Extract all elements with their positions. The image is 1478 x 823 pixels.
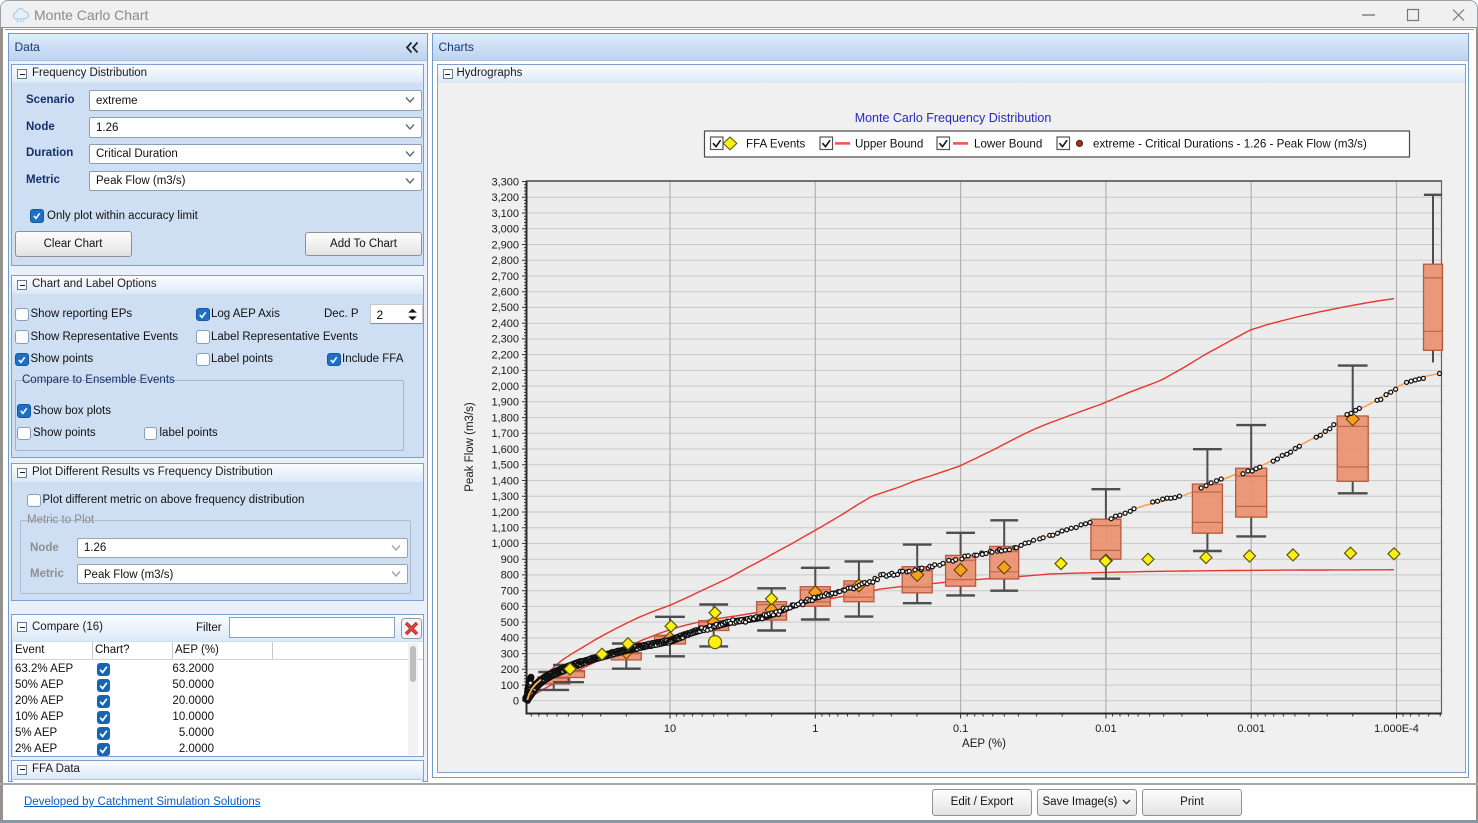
svg-text:1,800: 1,800 <box>491 412 519 424</box>
svg-text:10: 10 <box>664 723 676 735</box>
svg-text:700: 700 <box>501 586 519 598</box>
svg-text:300: 300 <box>501 648 519 660</box>
svg-text:3,200: 3,200 <box>491 192 519 204</box>
svg-text:1,300: 1,300 <box>491 491 519 503</box>
svg-text:2,600: 2,600 <box>491 287 519 299</box>
svg-text:Lower Bound: Lower Bound <box>974 138 1042 151</box>
svg-text:1,200: 1,200 <box>491 507 519 519</box>
svg-text:3,100: 3,100 <box>491 208 519 220</box>
svg-text:2,800: 2,800 <box>491 255 519 267</box>
svg-text:2,500: 2,500 <box>491 302 519 314</box>
svg-text:0.001: 0.001 <box>1237 723 1265 735</box>
svg-text:0.01: 0.01 <box>1095 723 1116 735</box>
svg-text:2,700: 2,700 <box>491 271 519 283</box>
svg-text:2,900: 2,900 <box>491 239 519 251</box>
svg-text:100: 100 <box>501 680 519 692</box>
svg-text:Upper Bound: Upper Bound <box>855 138 923 151</box>
svg-text:900: 900 <box>501 554 519 566</box>
svg-text:1,500: 1,500 <box>491 460 519 472</box>
svg-text:0: 0 <box>513 696 519 708</box>
svg-text:1,900: 1,900 <box>491 397 519 409</box>
svg-text:1,700: 1,700 <box>491 428 519 440</box>
svg-text:2,400: 2,400 <box>491 318 519 330</box>
svg-text:1.000E-4: 1.000E-4 <box>1374 723 1419 735</box>
svg-text:Monte Carlo Frequency Distribu: Monte Carlo Frequency Distribution <box>855 111 1052 125</box>
svg-text:AEP (%): AEP (%) <box>962 738 1006 750</box>
svg-text:500: 500 <box>501 617 519 629</box>
svg-text:200: 200 <box>501 664 519 676</box>
svg-text:FFA Events: FFA Events <box>746 138 805 151</box>
svg-text:2,000: 2,000 <box>491 381 519 393</box>
svg-text:1,400: 1,400 <box>491 475 519 487</box>
svg-text:400: 400 <box>501 633 519 645</box>
svg-text:3,000: 3,000 <box>491 224 519 236</box>
svg-text:1,600: 1,600 <box>491 444 519 456</box>
svg-text:extreme - Critical Durations -: extreme - Critical Durations - 1.26 - Pe… <box>1093 138 1367 151</box>
svg-text:1,000: 1,000 <box>491 538 519 550</box>
svg-text:2,200: 2,200 <box>491 349 519 361</box>
svg-text:600: 600 <box>501 601 519 613</box>
svg-text:800: 800 <box>501 570 519 582</box>
svg-text:0.1: 0.1 <box>953 723 968 735</box>
svg-text:3,300: 3,300 <box>491 176 519 188</box>
svg-text:1,100: 1,100 <box>491 523 519 535</box>
svg-text:Peak Flow (m3/s): Peak Flow (m3/s) <box>464 402 476 492</box>
svg-text:2,300: 2,300 <box>491 334 519 346</box>
svg-text:2,100: 2,100 <box>491 365 519 377</box>
svg-text:1: 1 <box>812 723 818 735</box>
